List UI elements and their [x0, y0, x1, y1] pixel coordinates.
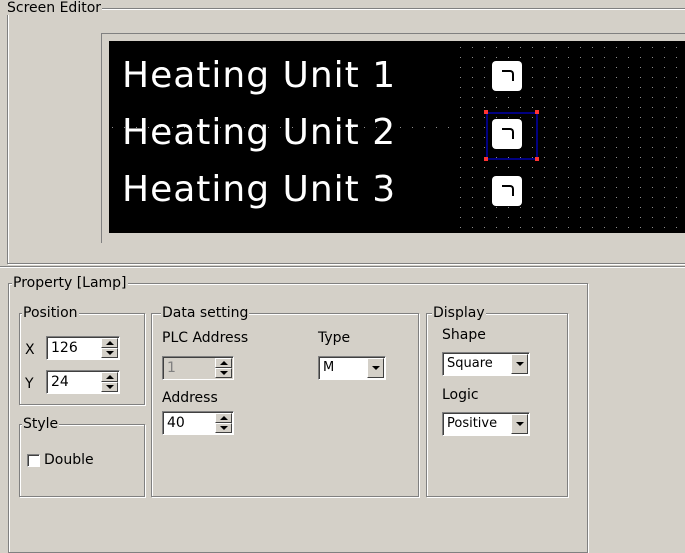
y-label: Y — [25, 376, 34, 392]
shape-value: Square — [447, 356, 493, 371]
arrow-down-icon — [106, 385, 114, 389]
arrow-down-icon — [220, 426, 228, 430]
plc-address-decrement-button[interactable] — [215, 368, 232, 378]
arrow-up-icon — [106, 375, 114, 379]
arrow-up-icon — [220, 416, 228, 420]
x-value: 126 — [51, 340, 78, 356]
chevron-down-icon — [516, 422, 524, 426]
shape-dropdown-button[interactable] — [511, 354, 528, 374]
arrow-down-icon — [220, 371, 228, 375]
resize-handle-bottom-right[interactable] — [535, 157, 539, 161]
lamp-icon — [502, 70, 514, 81]
arrow-up-icon — [106, 341, 114, 345]
shape-dropdown[interactable]: Square — [442, 352, 530, 376]
chevron-down-icon — [516, 362, 524, 366]
position-title: Position — [22, 305, 79, 321]
type-label: Type — [318, 330, 351, 346]
plc-address-spin-buttons[interactable] — [215, 358, 232, 378]
y-value: 24 — [51, 374, 69, 390]
double-checkbox[interactable] — [27, 454, 40, 467]
x-decrement-button[interactable] — [101, 348, 118, 358]
logic-label: Logic — [442, 387, 479, 403]
x-spinbox[interactable]: 126 — [46, 336, 120, 360]
chevron-down-icon — [372, 366, 380, 370]
logic-value: Positive — [447, 416, 498, 431]
y-increment-button[interactable] — [101, 372, 118, 382]
type-dropdown-button[interactable] — [367, 358, 384, 378]
y-decrement-button[interactable] — [101, 382, 118, 392]
x-spin-buttons[interactable] — [101, 338, 118, 358]
logic-dropdown[interactable]: Positive — [442, 412, 530, 436]
double-label[interactable]: Double — [44, 452, 94, 468]
panel-divider — [0, 266, 685, 268]
screen-label-heating-unit-2[interactable]: Heating Unit 2 — [122, 113, 396, 153]
address-spin-buttons[interactable] — [215, 413, 232, 433]
lamp-1[interactable] — [492, 61, 522, 91]
address-increment-button[interactable] — [215, 413, 232, 423]
display-title: Display — [432, 305, 486, 321]
y-spin-buttons[interactable] — [101, 372, 118, 392]
plc-address-increment-button[interactable] — [215, 358, 232, 368]
address-decrement-button[interactable] — [215, 423, 232, 433]
plc-address-label: PLC Address — [162, 330, 249, 346]
screen-editor-title: Screen Editor — [6, 0, 103, 16]
selection-box[interactable] — [486, 112, 538, 160]
property-title: Property [Lamp] — [12, 275, 128, 291]
style-title: Style — [22, 416, 60, 432]
arrow-down-icon — [106, 351, 114, 355]
arrow-up-icon — [220, 361, 228, 365]
data-setting-title: Data setting — [161, 305, 250, 321]
resize-handle-top-right[interactable] — [535, 110, 539, 114]
type-dropdown[interactable]: M — [318, 356, 386, 380]
address-label: Address — [162, 390, 218, 406]
x-increment-button[interactable] — [101, 338, 118, 348]
address-spinbox[interactable]: 40 — [162, 411, 234, 435]
lamp-icon — [502, 185, 514, 196]
screen-label-heating-unit-1[interactable]: Heating Unit 1 — [122, 56, 396, 96]
plc-address-spinbox[interactable]: 1 — [162, 356, 234, 380]
y-spinbox[interactable]: 24 — [46, 370, 120, 394]
screen-label-heating-unit-3[interactable]: Heating Unit 3 — [122, 170, 396, 210]
x-label: X — [25, 342, 35, 358]
lamp-3[interactable] — [492, 176, 522, 206]
resize-handle-bottom-left[interactable] — [484, 157, 488, 161]
shape-label: Shape — [442, 327, 486, 343]
type-value: M — [323, 360, 335, 375]
address-value: 40 — [167, 415, 185, 431]
plc-address-value: 1 — [167, 360, 176, 376]
logic-dropdown-button[interactable] — [511, 414, 528, 434]
resize-handle-top-left[interactable] — [484, 110, 488, 114]
